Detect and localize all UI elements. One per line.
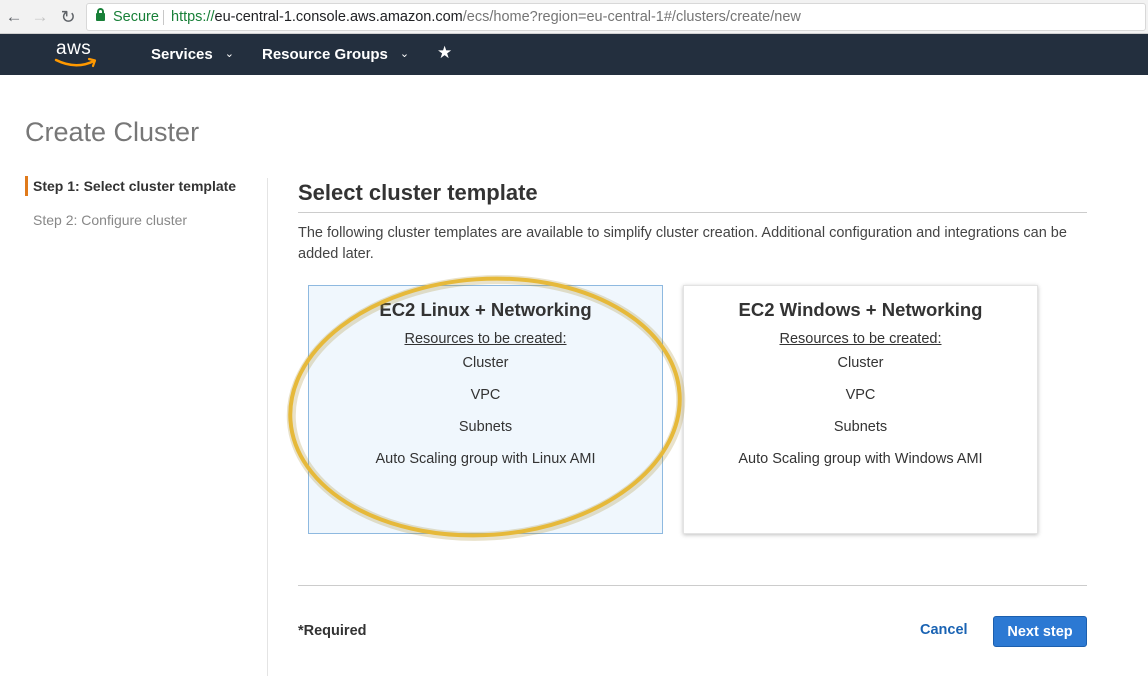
- forward-arrow-icon[interactable]: →: [29, 6, 51, 28]
- cancel-button[interactable]: Cancel: [920, 622, 968, 638]
- aws-logo[interactable]: aws: [52, 38, 102, 70]
- back-arrow-icon[interactable]: ←: [3, 6, 25, 28]
- section-description: The following cluster templates are avai…: [298, 225, 1067, 262]
- reload-icon[interactable]: ↻: [57, 6, 79, 28]
- step-2-configure-cluster[interactable]: Step 2: Configure cluster: [33, 210, 187, 230]
- section-title: Select cluster template: [298, 180, 538, 205]
- card-title: EC2 Windows + Networking: [738, 299, 983, 320]
- url-scheme: https://: [171, 9, 215, 25]
- services-menu-label: Services: [151, 46, 213, 63]
- address-bar[interactable]: Secure https://eu-central-1.console.aws.…: [86, 3, 1146, 31]
- services-menu[interactable]: Services ⌄: [151, 46, 234, 63]
- pin-icon[interactable]: ★: [437, 43, 452, 63]
- chevron-down-icon: ⌄: [224, 48, 234, 60]
- resource-item: Subnets: [458, 419, 513, 435]
- url-host: eu-central-1.console.aws.amazon.com: [214, 9, 463, 25]
- aws-smile-icon: [54, 57, 97, 68]
- resources-label: Resources to be created:: [779, 331, 942, 347]
- aws-top-nav: aws Services ⌄ Resource Groups ⌄ ★: [0, 34, 1148, 75]
- step-1-select-template[interactable]: Step 1: Select cluster template: [25, 176, 236, 196]
- resource-item: Cluster: [462, 355, 509, 371]
- next-step-button[interactable]: Next step: [993, 616, 1087, 647]
- resource-groups-menu[interactable]: Resource Groups ⌄: [262, 46, 409, 63]
- url-separator: [163, 10, 164, 25]
- resource-item: Subnets: [833, 419, 888, 435]
- page-title: Create Cluster: [25, 117, 200, 147]
- url-text[interactable]: https://eu-central-1.console.aws.amazon.…: [171, 4, 801, 30]
- resource-item: VPC: [845, 387, 876, 403]
- chevron-down-icon: ⌄: [399, 48, 410, 60]
- secure-label: Secure: [113, 9, 159, 25]
- resource-item: Cluster: [837, 355, 884, 371]
- resource-item: Auto Scaling group with Linux AMI: [375, 451, 596, 467]
- footer-divider: [298, 585, 1087, 586]
- resource-groups-menu-label: Resource Groups: [262, 46, 388, 63]
- template-card-ec2-linux[interactable]: EC2 Linux + Networking Resources to be c…: [308, 285, 663, 534]
- card-title: EC2 Linux + Networking: [379, 299, 592, 320]
- resource-item: Auto Scaling group with Windows AMI: [738, 451, 983, 467]
- resources-label: Resources to be created:: [404, 331, 567, 347]
- lock-icon: [96, 8, 105, 21]
- vertical-divider: [267, 178, 268, 676]
- required-note: *Required: [298, 623, 367, 639]
- section-divider: [298, 212, 1087, 213]
- browser-toolbar: ← → ↻ Secure https://eu-central-1.consol…: [0, 0, 1148, 34]
- resource-item: VPC: [470, 387, 501, 403]
- url-path: /ecs/home?region=eu-central-1#/clusters/…: [462, 9, 801, 25]
- template-card-ec2-windows[interactable]: EC2 Windows + Networking Resources to be…: [683, 285, 1038, 534]
